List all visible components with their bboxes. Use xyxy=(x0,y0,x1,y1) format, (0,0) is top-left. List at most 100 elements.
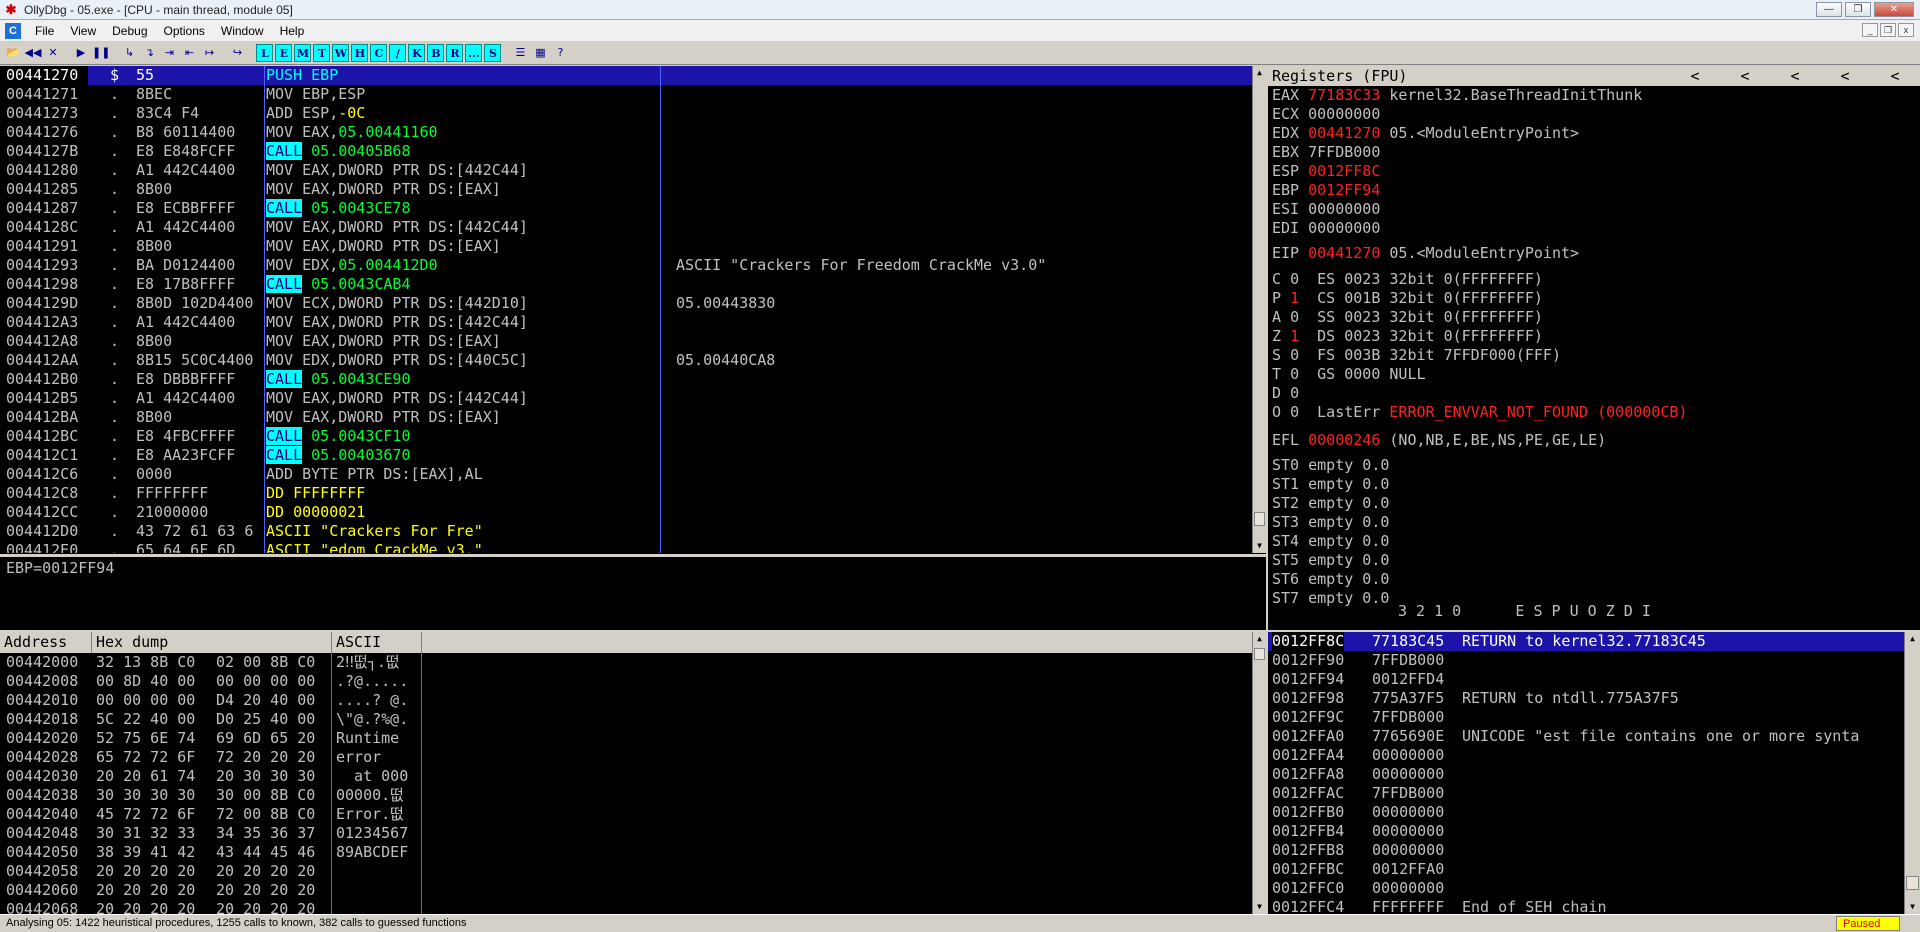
dump-row[interactable]: 00442000 32 13 8B C0 02 00 8B C0 2‼떲┐.떲 xyxy=(0,653,1252,672)
stack-value[interactable]: 7FFDB000 xyxy=(1372,651,1444,670)
references-button[interactable]: R xyxy=(446,43,464,62)
dump-hex[interactable]: 52 75 6E 74 xyxy=(96,729,195,748)
grid-view-icon[interactable]: ▦ xyxy=(531,43,550,62)
dump-hex[interactable]: 02 00 8B C0 xyxy=(216,653,315,672)
stack-row[interactable]: 0012FFBC 0012FFA0 xyxy=(1268,860,1904,879)
list-view-icon[interactable]: ☰ xyxy=(511,43,530,62)
registers-header[interactable]: Registers (FPU) < < < < < xyxy=(1268,66,1920,86)
disasm-hex[interactable]: 0000 xyxy=(136,465,264,484)
dump-ascii[interactable]: 01234567 xyxy=(336,824,408,843)
pause-icon[interactable]: ❚❚ xyxy=(92,43,111,62)
disasm-hex[interactable]: 21000000 xyxy=(136,503,264,522)
register-value[interactable]: 00441270 xyxy=(1308,124,1380,142)
scroll-down-icon[interactable]: ▼ xyxy=(1253,539,1266,553)
cpu-window-button[interactable]: C xyxy=(370,43,388,62)
disasm-instruction[interactable]: MOV EDX,05.004412D0 xyxy=(266,256,656,275)
dump-row[interactable]: 00442050 38 39 41 42 43 44 45 46 89ABCDEF xyxy=(0,843,1252,862)
disasm-hex[interactable]: 43 72 61 63 6 xyxy=(136,522,264,541)
dump-address[interactable]: 00442008 xyxy=(6,672,78,691)
trace-into-icon[interactable]: ⇥ xyxy=(160,43,179,62)
dump-hex[interactable]: 20 20 20 20 xyxy=(216,881,315,900)
fpu-row[interactable]: ST1 empty 0.0 xyxy=(1272,475,1389,494)
dump-hex[interactable]: 65 72 72 6F xyxy=(96,748,195,767)
menu-options[interactable]: Options xyxy=(156,24,213,38)
dump-hex[interactable]: 00 00 00 00 xyxy=(96,691,195,710)
scroll-thumb[interactable] xyxy=(1906,876,1919,890)
open-file-icon[interactable]: 📂 xyxy=(4,43,22,62)
stack-address[interactable]: 0012FFC0 xyxy=(1272,879,1344,898)
dump-hex[interactable]: 20 30 30 30 xyxy=(216,767,315,786)
dump-hex[interactable]: 72 20 20 20 xyxy=(216,748,315,767)
dump-ascii[interactable]: Error.떲 xyxy=(336,805,404,824)
register-row[interactable]: ECX 00000000 xyxy=(1272,105,1389,124)
disasm-instruction[interactable]: CALL 05.0043CE90 xyxy=(266,370,656,389)
dump-row[interactable]: 00442010 00 00 00 00 D4 20 40 00 ....? @. xyxy=(0,691,1252,710)
stack-address[interactable]: 0012FFAC xyxy=(1272,784,1344,803)
disasm-instruction[interactable]: MOV EAX,DWORD PTR DS:[442C44] xyxy=(266,161,656,180)
stack-address[interactable]: 0012FFBC xyxy=(1272,860,1344,879)
disasm-instruction[interactable]: ADD BYTE PTR DS:[EAX],AL xyxy=(266,465,656,484)
disasm-row[interactable]: 0044128C. A1 442C4400 MOV EAX,DWORD PTR DS… xyxy=(0,218,1252,237)
flag-row[interactable]: D 0 xyxy=(1272,384,1317,403)
disasm-instruction[interactable]: PUSH EBP xyxy=(266,66,656,85)
dump-address[interactable]: 00442058 xyxy=(6,862,78,881)
dump-ascii[interactable] xyxy=(336,900,408,914)
disasm-instruction[interactable]: MOV EBP,ESP xyxy=(266,85,656,104)
menu-debug[interactable]: Debug xyxy=(104,24,155,38)
register-value[interactable]: 00000000 xyxy=(1308,105,1380,123)
register-value[interactable]: 00441270 xyxy=(1308,244,1380,262)
dump-hex[interactable]: 38 39 41 42 xyxy=(96,843,195,862)
disasm-hex[interactable]: B8 60114400 xyxy=(136,123,264,142)
flag-row[interactable]: P 1 CS 001B 32bit 0(FFFFFFFF) xyxy=(1272,289,1543,308)
modules-window-button[interactable]: E xyxy=(275,43,293,62)
dump-hex[interactable]: 34 35 36 37 xyxy=(216,824,315,843)
nav-arrow-icon[interactable]: < xyxy=(1870,66,1920,86)
stack-address[interactable]: 0012FF9C xyxy=(1272,708,1344,727)
flag-value[interactable]: 0 xyxy=(1290,384,1299,402)
disasm-instruction[interactable]: MOV EAX,DWORD PTR DS:[EAX] xyxy=(266,408,656,427)
mdi-close-button[interactable]: x xyxy=(1898,23,1914,37)
stack-value[interactable]: 00000000 xyxy=(1372,879,1444,898)
register-value[interactable]: 00000246 xyxy=(1308,431,1380,449)
stack-value[interactable]: 00000000 xyxy=(1372,765,1444,784)
flag-value[interactable]: 1 xyxy=(1290,327,1299,345)
flag-row[interactable]: C 0 ES 0023 32bit 0(FFFFFFFF) xyxy=(1272,270,1543,289)
stack-address[interactable]: 0012FFC4 xyxy=(1272,898,1344,914)
dump-row[interactable]: 00442008 00 8D 40 00 00 00 00 00 .?@..... xyxy=(0,672,1252,691)
disasm-row[interactable]: 004412CC. 21000000 DD 00000021 xyxy=(0,503,1252,522)
flag-value[interactable]: 1 xyxy=(1290,289,1299,307)
stack-address[interactable]: 0012FF94 xyxy=(1272,670,1344,689)
stack-pane[interactable]: 0012FF8C 77183C45 RETURN to kernel32.77183… xyxy=(1268,632,1920,914)
disasm-hex[interactable]: FFFFFFFF xyxy=(136,484,264,503)
register-value[interactable]: 7FFDB000 xyxy=(1308,143,1380,161)
disasm-hex[interactable]: 8B00 xyxy=(136,408,264,427)
dump-ascii[interactable]: Runtime xyxy=(336,729,408,748)
disasm-hex[interactable]: E8 ECBBFFFF xyxy=(136,199,264,218)
disasm-hex[interactable]: E8 DBBBFFFF xyxy=(136,370,264,389)
flag-value[interactable]: 0 xyxy=(1290,365,1299,383)
threads-window-button[interactable]: T xyxy=(313,43,331,62)
disasm-instruction[interactable]: MOV EAX,DWORD PTR DS:[EAX] xyxy=(266,332,656,351)
dump-ascii[interactable]: 2‼떲┐.떲 xyxy=(336,653,400,672)
stack-address[interactable]: 0012FFA0 xyxy=(1272,727,1344,746)
memory-map-button[interactable]: M xyxy=(294,43,312,62)
menu-view[interactable]: View xyxy=(62,24,104,38)
dump-address[interactable]: 00442038 xyxy=(6,786,78,805)
flag-row[interactable]: O 0 LastErr ERROR_ENVVAR_NOT_FOUND (0000… xyxy=(1272,403,1687,422)
stack-row[interactable]: 0012FF9C 7FFDB000 xyxy=(1268,708,1904,727)
dump-hex[interactable]: 20 20 20 20 xyxy=(96,862,195,881)
dump-hex[interactable]: 20 20 20 20 xyxy=(96,900,195,914)
register-row[interactable]: ESP 0012FF8C xyxy=(1272,162,1389,181)
disasm-row[interactable]: 004412C8. FFFFFFFF DD FFFFFFFF xyxy=(0,484,1252,503)
disasm-instruction[interactable]: CALL 05.00403670 xyxy=(266,446,656,465)
flag-value[interactable]: 0 xyxy=(1290,308,1299,326)
disasm-row[interactable]: 00441270 $55 PUSH EBP xyxy=(0,66,1252,85)
stack-row[interactable]: 0012FFAC 7FFDB000 xyxy=(1268,784,1904,803)
cpu-window-icon[interactable]: C xyxy=(5,22,21,39)
disassembly-scrollbar[interactable]: ▲ ▼ xyxy=(1252,66,1266,553)
dump-hex[interactable]: 32 13 8B C0 xyxy=(96,653,195,672)
dump-address[interactable]: 00442030 xyxy=(6,767,78,786)
stack-value[interactable]: 0012FFA0 xyxy=(1372,860,1444,879)
disasm-instruction[interactable]: ASCII "edom CrackMe v3." xyxy=(266,541,656,553)
nav-arrow-icon[interactable]: < xyxy=(1720,66,1770,86)
